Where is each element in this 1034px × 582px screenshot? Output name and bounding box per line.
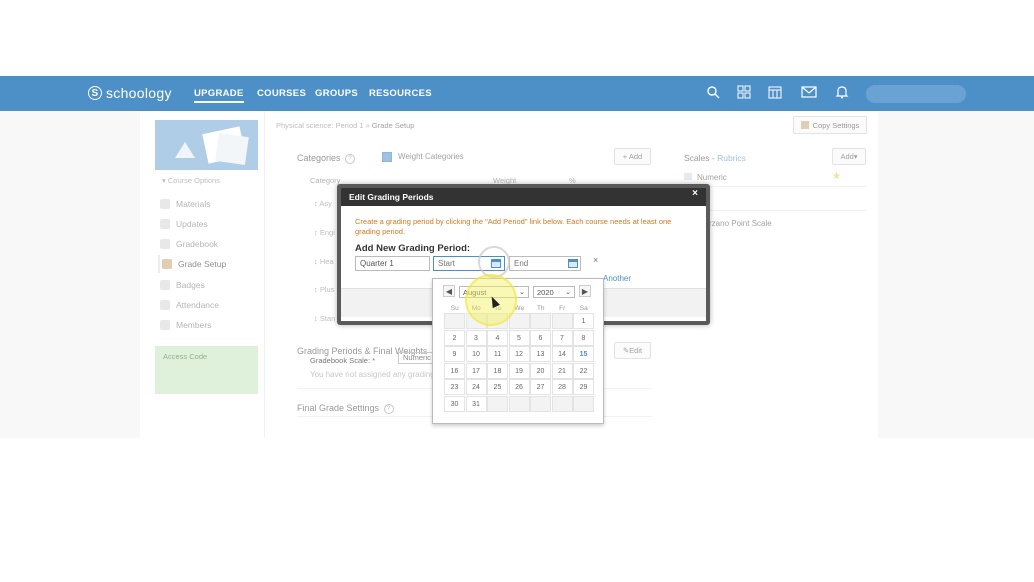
remove-period-icon[interactable]: × — [593, 255, 598, 265]
modal-message: Create a grading period by clicking the … — [355, 217, 672, 236]
calendar-day[interactable]: 23 — [444, 379, 465, 396]
schoology-logo[interactable]: Sschoology — [88, 83, 172, 103]
calendar-day[interactable]: 1 — [573, 313, 594, 329]
add-another-link[interactable]: Another — [603, 274, 631, 283]
logo-text: schoology — [106, 85, 172, 101]
calendar-day[interactable]: 27 — [530, 379, 551, 396]
nav-upgrade[interactable]: UPGRADE — [194, 88, 244, 103]
calendar-day[interactable]: 3 — [465, 329, 487, 346]
calendar-day[interactable]: 20 — [530, 362, 551, 379]
calendar-empty-cell — [551, 396, 573, 412]
calendar-day[interactable]: 18 — [487, 362, 508, 379]
year-select[interactable]: 2020 ⌄ — [533, 286, 575, 298]
calendar-empty-cell — [508, 396, 530, 412]
calendar-day[interactable]: 22 — [573, 362, 594, 379]
calendar-day[interactable]: 6 — [530, 329, 551, 346]
nav-resources[interactable]: RESOURCES — [369, 88, 432, 99]
calendar-day[interactable]: 19 — [508, 362, 530, 379]
calendar-empty-cell — [487, 396, 508, 412]
modal-title: Edit Grading Periods — [341, 188, 706, 206]
weekday-header: Sa — [579, 305, 588, 312]
calendar-day[interactable]: 2 — [444, 329, 465, 346]
add-grading-period-label: Add New Grading Period: — [355, 243, 471, 254]
calendar-empty-cell — [551, 313, 573, 329]
bell-icon[interactable] — [835, 85, 849, 99]
next-month-button[interactable]: ▶ — [579, 285, 591, 297]
calendar-day[interactable]: 9 — [444, 346, 465, 363]
calendar-day[interactable]: 13 — [530, 346, 551, 363]
calendar-day[interactable]: 17 — [465, 362, 487, 379]
nav-groups[interactable]: GROUPS — [315, 88, 358, 99]
end-calendar-icon[interactable] — [568, 259, 578, 268]
calendar-day[interactable]: 26 — [508, 379, 530, 396]
calendar-day[interactable]: 28 — [551, 379, 573, 396]
calendar-icon[interactable] — [768, 85, 782, 99]
calendar-day[interactable]: 15 — [573, 346, 594, 363]
search-icon[interactable] — [706, 85, 720, 99]
calendar-day[interactable]: 14 — [551, 346, 573, 363]
calendar-empty-cell — [444, 313, 465, 329]
prev-month-button[interactable]: ◀ — [443, 285, 455, 297]
calendar-day[interactable]: 16 — [444, 362, 465, 379]
logo-mark-icon: S — [88, 86, 102, 100]
user-menu[interactable] — [866, 85, 966, 103]
calendar-day[interactable]: 31 — [465, 396, 487, 412]
nav-courses[interactable]: COURSES — [257, 88, 306, 99]
chevron-down-icon: ⌄ — [519, 289, 525, 296]
calendar-day[interactable]: 11 — [487, 346, 508, 363]
datepicker: ◀ August ⌄ 2020 ⌄ ▶ Su Mo Tu We Th Fr Sa 1 2 3 4 5 6 7 8… — [432, 278, 604, 424]
weekday-header: Th — [536, 305, 545, 312]
top-nav: Sschoology UPGRADE COURSES GROUPS RESOUR… — [0, 76, 1034, 111]
weekday-header: Fr — [559, 305, 566, 312]
calendar-day[interactable]: 10 — [465, 346, 487, 363]
calendar-empty-cell — [530, 396, 551, 412]
calendar-day[interactable]: 7 — [551, 329, 573, 346]
calendar-day[interactable]: 29 — [573, 379, 594, 396]
calendar-day[interactable]: 30 — [444, 396, 465, 412]
gradebook-scale-label: Gradebook Scale: * — [310, 356, 376, 365]
calendar-empty-cell — [530, 313, 551, 329]
mail-icon[interactable] — [801, 85, 817, 99]
apps-grid-icon[interactable] — [737, 85, 751, 99]
calendar-empty-cell — [573, 396, 594, 412]
close-icon[interactable]: × — [692, 188, 698, 199]
calendar-day[interactable]: 21 — [551, 362, 573, 379]
calendar-day[interactable]: 12 — [508, 346, 530, 363]
screen-stage: Sschoology UPGRADE COURSES GROUPS RESOUR… — [0, 76, 1034, 438]
calendar-day[interactable]: 4 — [487, 329, 508, 346]
calendar-day[interactable]: 24 — [465, 379, 487, 396]
period-name-input[interactable] — [355, 256, 430, 271]
calendar-day[interactable]: 5 — [508, 329, 530, 346]
weekday-header: Su — [450, 305, 459, 312]
calendar-day[interactable]: 8 — [573, 329, 594, 346]
chevron-down-icon: ⌄ — [565, 289, 571, 296]
calendar-day[interactable]: 25 — [487, 379, 508, 396]
